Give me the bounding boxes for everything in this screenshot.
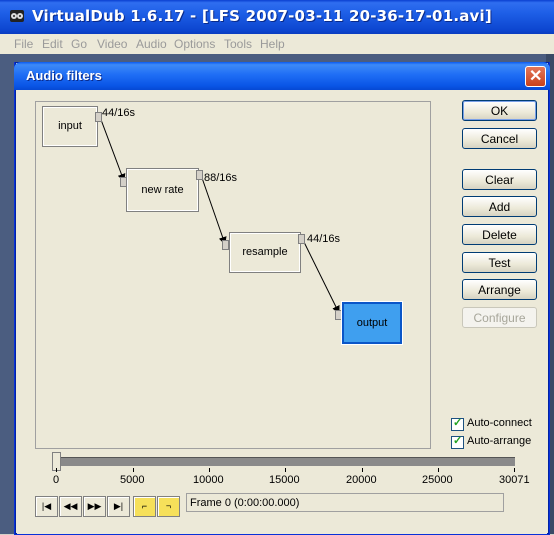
cancel-button[interactable]: Cancel <box>462 128 537 149</box>
timeline-tick-label: 25000 <box>422 474 453 486</box>
output-pin[interactable] <box>196 170 203 180</box>
input-pin[interactable] <box>335 310 342 320</box>
node-label: resample <box>242 246 288 258</box>
mark-out-button[interactable]: ¬ <box>157 496 180 517</box>
timeline-tick <box>133 468 134 472</box>
timeline-tick <box>56 468 57 472</box>
pin-format-label: 44/16s <box>307 233 341 245</box>
timeline-tick-label: 30071 <box>499 474 530 486</box>
mark-out-icon: ¬ <box>165 501 172 511</box>
pin-format-label: 44/16s <box>102 107 136 119</box>
checkmark-icon: ✓ <box>453 417 463 429</box>
pin-format-label: 88/16s <box>204 172 238 184</box>
end-button[interactable]: ▶| <box>107 496 130 517</box>
timeline-tick <box>438 468 439 472</box>
filter-node-new-rate[interactable]: new rate <box>126 168 199 212</box>
arrange-button[interactable]: Arrange <box>462 279 537 300</box>
input-pin[interactable] <box>222 240 229 250</box>
timeline-tick <box>285 468 286 472</box>
node-label: input <box>58 120 82 132</box>
stop-button[interactable]: |◀ <box>35 496 58 517</box>
frame-position-readout: Frame 0 (0:00:00.000) <box>186 493 504 512</box>
rewind-button[interactable]: ◀◀ <box>59 496 82 517</box>
node-label: output <box>356 317 388 329</box>
add-button[interactable]: Add <box>462 196 537 217</box>
checkmark-icon: ✓ <box>453 435 463 447</box>
test-button[interactable]: Test <box>462 252 537 273</box>
clear-button[interactable]: Clear <box>462 169 537 190</box>
timeline-track[interactable] <box>55 457 515 466</box>
input-pin[interactable] <box>120 177 127 187</box>
end-icon: ▶| <box>113 501 124 511</box>
timeline-tick <box>362 468 363 472</box>
mark-in-button[interactable]: ⌐ <box>133 496 156 517</box>
timeline-tick-label: 5000 <box>120 474 145 486</box>
node-label: new rate <box>141 184 184 196</box>
mark-in-icon: ⌐ <box>141 501 148 511</box>
filter-node-input[interactable]: input <box>42 106 98 147</box>
fast-forward-icon: ▶▶ <box>87 501 102 511</box>
rewind-icon: ◀◀ <box>63 501 78 511</box>
auto-connect-checkbox[interactable]: ✓ <box>451 417 464 431</box>
ok-button[interactable]: OK <box>462 100 537 121</box>
auto-arrange-label: Auto-arrange <box>467 435 532 447</box>
timeline-tick <box>514 468 515 472</box>
stop-icon: |◀ <box>41 501 52 511</box>
fast-forward-button[interactable]: ▶▶ <box>83 496 106 517</box>
timeline-tick-label: 10000 <box>193 474 224 486</box>
delete-button[interactable]: Delete <box>462 224 537 245</box>
filter-node-output[interactable]: output <box>341 301 403 345</box>
connection-newrate-resample <box>200 174 227 245</box>
configure-button: Configure <box>462 307 537 328</box>
timeline-tick-label: 15000 <box>269 474 300 486</box>
auto-connect-label: Auto-connect <box>467 417 532 429</box>
connection-resample-output <box>302 239 340 314</box>
timeline-tick-label: 0 <box>53 474 60 486</box>
connection-input-newrate <box>99 116 126 182</box>
auto-arrange-checkbox[interactable]: ✓ <box>451 435 464 449</box>
output-pin[interactable] <box>298 234 305 244</box>
timeline-tick <box>209 468 210 472</box>
timeline-tick-label: 20000 <box>346 474 377 486</box>
output-pin[interactable] <box>95 112 102 122</box>
filter-node-resample[interactable]: resample <box>229 232 301 273</box>
